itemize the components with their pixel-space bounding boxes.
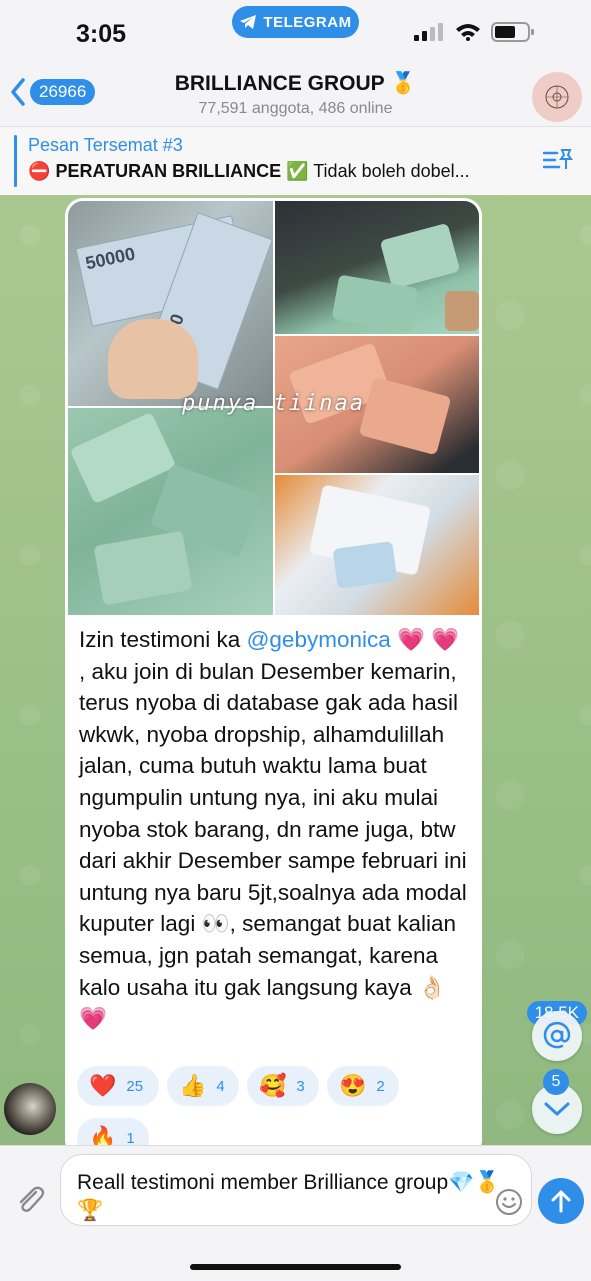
package-shape <box>379 222 461 290</box>
photo-packages-green[interactable] <box>68 408 273 615</box>
image-watermark: punya tiinaa <box>182 391 365 416</box>
status-time: 3:05 <box>76 20 127 48</box>
message-bubble[interactable]: 50000 50000 punya tiinaa <box>65 198 482 1145</box>
reaction-emoji: 😍 <box>339 1073 367 1098</box>
pinned-list-button[interactable] <box>542 147 573 178</box>
reaction-emoji: 🥰 <box>259 1073 287 1098</box>
photo-album[interactable]: 50000 50000 punya tiinaa <box>68 201 479 615</box>
telegram-pill[interactable]: TELEGRAM <box>232 6 359 38</box>
attach-button[interactable] <box>14 1184 46 1221</box>
group-subtitle: 77,591 anggota, 486 online <box>198 100 393 117</box>
pinned-title: Pesan Tersemat #3 <box>28 135 183 155</box>
reaction-emoji: ❤️ <box>89 1073 117 1098</box>
photo-money[interactable]: 50000 50000 <box>68 201 273 406</box>
reaction-count: 2 <box>376 1077 385 1095</box>
reaction-smiling-hearts[interactable]: 🥰 3 <box>247 1066 319 1106</box>
check-emoji: ✅ <box>286 161 309 181</box>
battery-icon <box>491 22 534 42</box>
pinned-rest-text: Tidak boleh dobel... <box>313 161 470 181</box>
system-icons <box>414 22 535 42</box>
message-input[interactable]: Reall testimoni member Brilliance group💎… <box>60 1154 532 1226</box>
smiley-icon <box>496 1189 522 1215</box>
reaction-heart-eyes[interactable]: 😍 2 <box>327 1066 399 1106</box>
pinned-bold-text: PERATURAN BRILLIANCE <box>55 161 282 181</box>
home-indicator <box>190 1264 401 1270</box>
group-avatar[interactable] <box>532 72 582 122</box>
wifi-icon <box>455 24 480 41</box>
paperclip-icon <box>19 1186 45 1212</box>
telegram-pill-label: TELEGRAM <box>263 13 352 31</box>
send-button[interactable] <box>538 1178 584 1224</box>
package-shape <box>358 376 452 456</box>
reaction-count: 1 <box>126 1129 135 1146</box>
signal-icon <box>414 23 444 41</box>
reaction-fire[interactable]: 🔥 1 <box>77 1118 149 1145</box>
hand-image <box>108 319 198 399</box>
at-sign-icon <box>543 1022 571 1049</box>
chat-header: 26966 BRILLIANCE GROUP 🥇 77,591 anggota,… <box>0 62 591 126</box>
photo-packages-orange[interactable] <box>275 475 479 615</box>
group-logo-icon <box>545 85 569 109</box>
composer-bar: Reall testimoni member Brilliance group💎… <box>0 1145 591 1281</box>
pinned-message-bar[interactable]: Pesan Tersemat #3 ⛔ PERATURAN BRILLIANCE… <box>0 126 591 196</box>
telegram-icon <box>240 15 257 29</box>
pin-list-icon <box>542 149 573 169</box>
pinned-indicator <box>14 135 17 187</box>
unread-count-badge: 5 <box>543 1069 569 1095</box>
sender-avatar[interactable] <box>4 1083 56 1135</box>
message-text-start: Izin testimoni ka <box>79 627 247 652</box>
reaction-count: 4 <box>216 1077 225 1095</box>
arrow-up-icon <box>551 1190 571 1213</box>
emoji-button[interactable] <box>495 1188 523 1221</box>
package-shape <box>69 411 177 505</box>
status-bar: 3:05 TELEGRAM <box>0 0 591 62</box>
pinned-preview: ⛔ PERATURAN BRILLIANCE ✅ Tidak boleh dob… <box>28 161 470 182</box>
chevron-down-icon <box>544 1102 570 1116</box>
mention-link[interactable]: @gebymonica <box>247 627 391 652</box>
reaction-count: 3 <box>296 1077 305 1095</box>
no-entry-emoji: ⛔ <box>28 161 51 181</box>
package-shape <box>93 530 193 606</box>
reaction-emoji: 👍 <box>179 1073 207 1098</box>
message-text: Izin testimoni ka @gebymonica 💗 💗 , aku … <box>79 624 471 1035</box>
mentions-button[interactable] <box>532 1011 582 1061</box>
reaction-emoji: 🔥 <box>89 1125 117 1145</box>
reaction-heart[interactable]: ❤️ 25 <box>77 1066 159 1106</box>
reaction-count: 25 <box>126 1077 144 1095</box>
package-shape <box>445 291 479 331</box>
package-shape <box>332 541 398 589</box>
chat-area[interactable]: 50000 50000 punya tiinaa <box>0 195 591 1145</box>
group-title[interactable]: BRILLIANCE GROUP 🥇 <box>0 72 591 96</box>
photo-packages-black[interactable] <box>275 201 479 334</box>
reaction-thumbs-up[interactable]: 👍 4 <box>167 1066 239 1106</box>
message-text-rest: 💗 💗 , aku join di bulan Desember kemarin… <box>79 627 467 1032</box>
